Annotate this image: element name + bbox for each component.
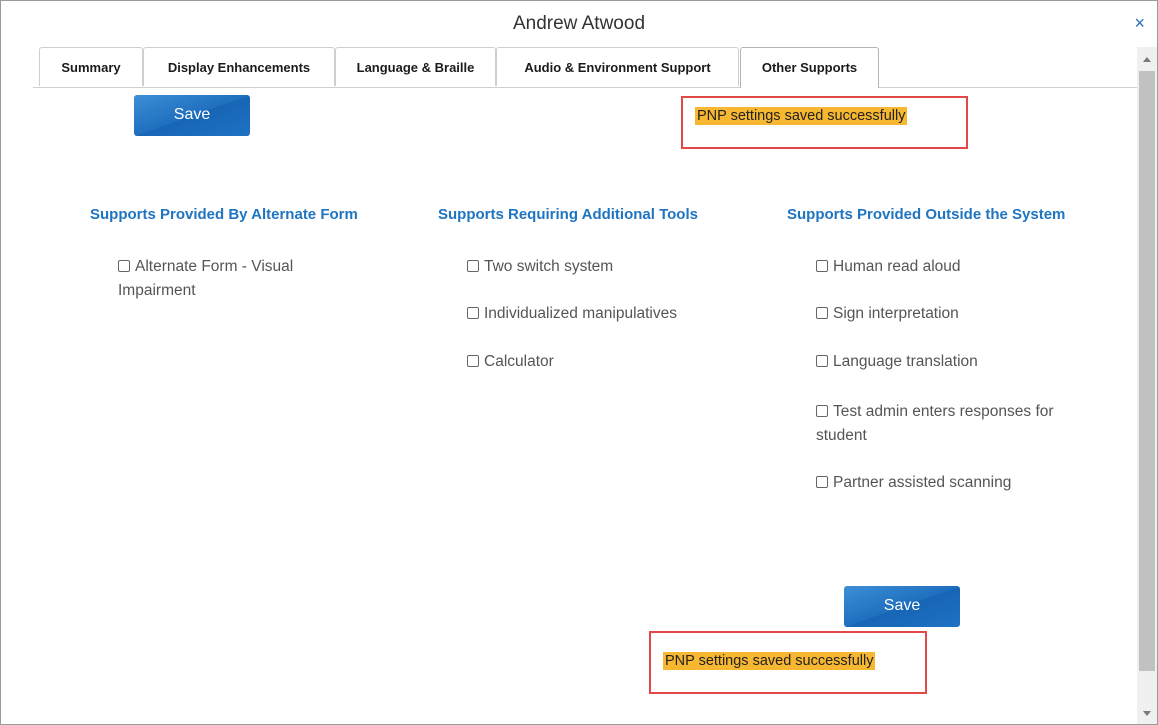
tab-other-supports[interactable]: Other Supports [740,47,879,88]
option-language-translation[interactable]: Language translation [816,350,978,374]
checkbox[interactable] [118,260,130,272]
heading-additional-tools: Supports Requiring Additional Tools [438,206,698,223]
scroll-thumb[interactable] [1139,71,1155,671]
checkbox[interactable] [467,355,479,367]
option-alternate-form-visual-impairment[interactable]: Alternate Form - Visual Impairment [118,255,293,303]
option-test-admin-enters-responses[interactable]: Test admin enters responses for student [816,400,1054,448]
checkbox[interactable] [467,260,479,272]
save-button-bottom[interactable]: Save [844,586,960,627]
tab-bar: Summary Display Enhancements Language & … [33,47,1138,88]
checkbox[interactable] [467,307,479,319]
option-individualized-manipulatives[interactable]: Individualized manipulatives [467,302,677,326]
dialog-title: Andrew Atwood [512,13,646,34]
dialog-title-bar: Andrew Atwood × [1,1,1157,47]
option-partner-assisted-scanning[interactable]: Partner assisted scanning [816,471,1011,495]
heading-outside-system: Supports Provided Outside the System [787,206,1066,223]
tab-language-braille[interactable]: Language & Braille [335,47,496,86]
pnp-dialog: Andrew Atwood × Summary Display Enhancem… [0,0,1158,725]
save-button-top[interactable]: Save [134,95,250,136]
status-message-top: PNP settings saved successfully [695,107,908,125]
option-sign-interpretation[interactable]: Sign interpretation [816,302,959,326]
checkbox[interactable] [816,476,828,488]
option-label: Individualized manipulatives [484,305,678,322]
heading-alternate-form: Supports Provided By Alternate Form [90,206,358,223]
option-label: Partner assisted scanning [833,474,1012,491]
option-label: Two switch system [484,258,614,275]
status-message-bottom: PNP settings saved successfully [663,652,876,670]
option-two-switch-system[interactable]: Two switch system [467,255,613,279]
scroll-down-icon[interactable] [1143,711,1151,716]
option-label: Human read aloud [833,258,961,275]
option-label-cont: student [816,427,867,444]
option-calculator[interactable]: Calculator [467,350,554,374]
tab-summary[interactable]: Summary [39,47,143,86]
option-label: Test admin enters responses for [833,403,1054,420]
option-label-cont: Impairment [118,282,196,299]
scroll-up-icon[interactable] [1143,57,1151,62]
tab-audio-environment-support[interactable]: Audio & Environment Support [496,47,739,86]
option-label: Calculator [484,353,554,370]
option-human-read-aloud[interactable]: Human read aloud [816,255,961,279]
close-icon[interactable]: × [1134,1,1145,45]
option-label: Sign interpretation [833,305,959,322]
checkbox[interactable] [816,355,828,367]
tab-display-enhancements[interactable]: Display Enhancements [143,47,335,86]
scrollbar[interactable] [1137,47,1157,724]
checkbox[interactable] [816,405,828,417]
checkbox[interactable] [816,260,828,272]
checkbox[interactable] [816,307,828,319]
option-label: Language translation [833,353,978,370]
option-label: Alternate Form - Visual [135,258,294,275]
